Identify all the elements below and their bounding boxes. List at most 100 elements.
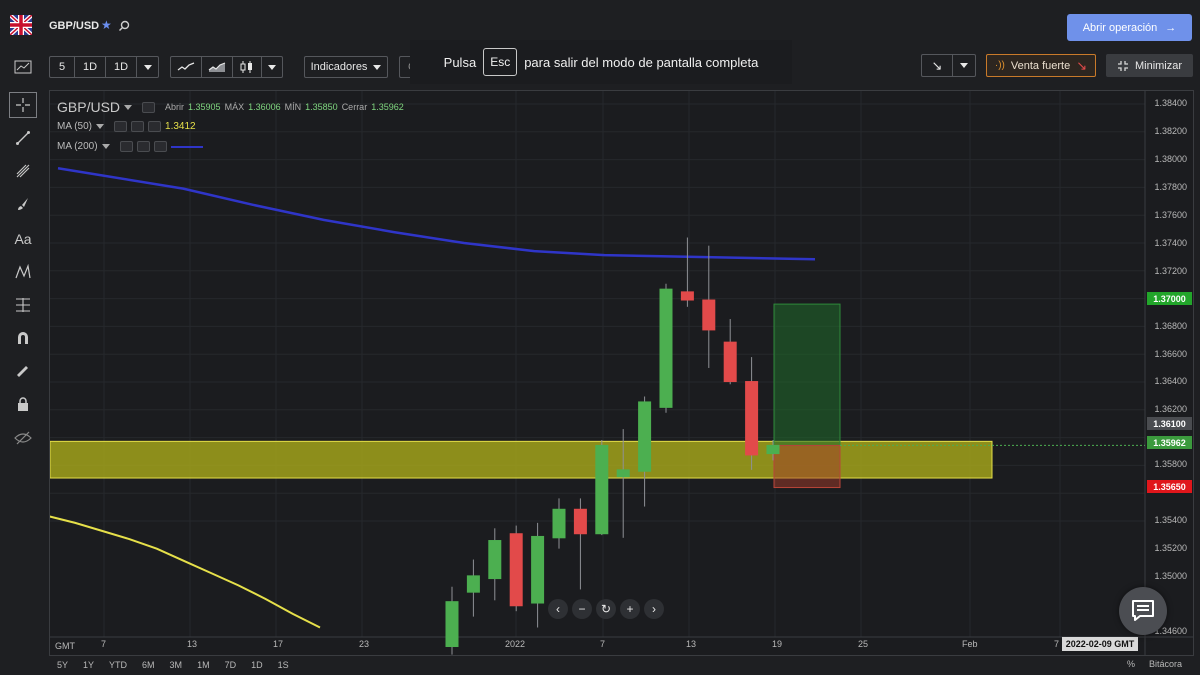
range-button[interactable]: 1Y bbox=[83, 660, 94, 670]
log-scale-toggle[interactable]: Bitácora bbox=[1149, 659, 1182, 669]
percent-scale-toggle[interactable]: % bbox=[1127, 659, 1135, 669]
trend-line-icon[interactable] bbox=[9, 125, 37, 151]
price-tick: 1.35400 bbox=[1154, 515, 1187, 525]
price-tick: 1.38200 bbox=[1154, 126, 1187, 136]
chevron-down-icon[interactable] bbox=[101, 144, 110, 149]
ma200-line bbox=[57, 166, 816, 261]
range-button[interactable]: 1S bbox=[278, 660, 289, 670]
favorite-star-icon[interactable]: ★ bbox=[101, 18, 112, 32]
interval-selector: 5 1D 1D bbox=[49, 56, 159, 78]
chart-type-dropdown-button[interactable] bbox=[262, 57, 282, 77]
date-tick: 19 bbox=[772, 639, 783, 649]
chart-type-selector bbox=[170, 56, 283, 78]
legend-settings-icon[interactable] bbox=[142, 101, 156, 113]
search-icon[interactable] bbox=[118, 20, 130, 32]
candle-body bbox=[445, 601, 459, 648]
ma50-settings-icon[interactable] bbox=[114, 121, 128, 132]
stop-loss-zone bbox=[773, 444, 841, 489]
magnet-icon[interactable] bbox=[9, 325, 37, 351]
candle-body bbox=[745, 381, 759, 456]
pattern-tool-icon[interactable] bbox=[9, 259, 37, 285]
ma50-legend: MA (50) 1.3412 bbox=[57, 121, 196, 132]
chevron-down-icon bbox=[143, 64, 152, 70]
collapse-icon bbox=[1117, 60, 1128, 71]
date-tick: 7 bbox=[101, 639, 107, 649]
ma200-value-swatch bbox=[170, 145, 203, 148]
trend-selector: ↘ bbox=[921, 54, 976, 77]
range-button[interactable]: 5Y bbox=[57, 660, 68, 670]
symbol-title: GBP/USD bbox=[49, 20, 100, 32]
interval-button[interactable]: 5 bbox=[50, 57, 75, 77]
chevron-down-icon[interactable] bbox=[124, 104, 133, 110]
area-chart-button[interactable] bbox=[202, 57, 233, 77]
open-operation-button[interactable]: Abrir operación → bbox=[1067, 14, 1192, 41]
open-value: 1.35905 bbox=[188, 102, 221, 112]
crosshair-icon[interactable] bbox=[9, 92, 37, 118]
arrow-down-right-icon: ↘ bbox=[1076, 57, 1088, 73]
scroll-left-button[interactable]: ‹ bbox=[548, 599, 568, 619]
candle-body bbox=[466, 575, 480, 593]
fullscreen-notice: Pulsa Esc para salir del modo de pantall… bbox=[410, 40, 792, 84]
fork-tool-icon[interactable] bbox=[9, 158, 37, 184]
candle-body bbox=[766, 444, 780, 455]
chart-navigation: ‹ − ↻ + › bbox=[548, 599, 664, 619]
chart-icon[interactable] bbox=[9, 54, 37, 80]
minus-icon: − bbox=[578, 602, 586, 616]
price-tick: 1.38400 bbox=[1154, 98, 1187, 108]
range-button[interactable]: YTD bbox=[109, 660, 127, 670]
range-button[interactable]: 1M bbox=[197, 660, 210, 670]
cursor-date-tag: 2022-02-09 GMT bbox=[1062, 637, 1138, 651]
zoom-in-button[interactable]: + bbox=[620, 599, 640, 619]
reset-button[interactable]: ↻ bbox=[596, 599, 616, 619]
hide-drawings-icon[interactable] bbox=[9, 425, 37, 451]
candle-body bbox=[659, 288, 673, 408]
date-tick: 17 bbox=[273, 639, 284, 649]
ma200-visibility-icon[interactable] bbox=[136, 141, 150, 152]
interval-button[interactable]: 1D bbox=[106, 57, 137, 77]
interval-button[interactable]: 1D bbox=[75, 57, 106, 77]
arrow-right-icon: → bbox=[1165, 21, 1177, 34]
trend-down-button[interactable]: ↘ bbox=[922, 55, 953, 76]
chevron-down-icon[interactable] bbox=[96, 124, 105, 129]
ma200-legend: MA (200) bbox=[57, 141, 203, 152]
minimize-button[interactable]: Minimizar bbox=[1106, 54, 1193, 77]
brush-icon[interactable] bbox=[9, 191, 37, 217]
chevron-left-icon: ‹ bbox=[556, 602, 560, 616]
indicators-button[interactable]: Indicadores bbox=[305, 57, 387, 77]
range-button[interactable]: 7D bbox=[225, 660, 237, 670]
chat-button[interactable] bbox=[1119, 587, 1167, 635]
zoom-out-button[interactable]: − bbox=[572, 599, 592, 619]
ma50-close-icon[interactable] bbox=[148, 121, 162, 132]
ruler-pencil-icon[interactable] bbox=[9, 358, 37, 384]
date-tick: 23 bbox=[359, 639, 370, 649]
ma200-close-icon[interactable] bbox=[153, 141, 167, 152]
price-chart[interactable]: GBP/USD Abrir 1.35905 MÁX 1.36006 MÍN 1.… bbox=[49, 90, 1194, 656]
fibonacci-icon[interactable] bbox=[9, 292, 37, 318]
high-label: MÁX bbox=[224, 102, 245, 112]
strong-sell-signal-button[interactable]: ·)) Venta fuerte ↘ bbox=[986, 54, 1096, 77]
range-button[interactable]: 3M bbox=[170, 660, 183, 670]
high-value: 1.36006 bbox=[248, 102, 281, 112]
interval-dropdown-button[interactable] bbox=[137, 57, 158, 77]
range-button[interactable]: 6M bbox=[142, 660, 155, 670]
line-chart-icon bbox=[177, 62, 195, 71]
candlestick-chart-button[interactable] bbox=[233, 57, 262, 77]
trend-dropdown-button[interactable] bbox=[953, 55, 975, 76]
price-tick: 1.35200 bbox=[1154, 543, 1187, 553]
date-tick: 25 bbox=[858, 639, 869, 649]
range-button[interactable]: 1D bbox=[251, 660, 263, 670]
low-label: MÍN bbox=[284, 102, 302, 112]
lock-icon[interactable] bbox=[9, 391, 37, 417]
text-tool-icon[interactable]: Aa bbox=[9, 226, 37, 252]
open-label: Abrir bbox=[165, 102, 185, 112]
ma50-line bbox=[50, 515, 321, 629]
price-tick: 1.36600 bbox=[1154, 349, 1187, 359]
chevron-down-icon bbox=[960, 63, 968, 68]
ma200-settings-icon[interactable] bbox=[119, 141, 133, 152]
ma50-visibility-icon[interactable] bbox=[131, 121, 145, 132]
ma200-label: MA (200) bbox=[57, 141, 98, 152]
scroll-right-button[interactable]: › bbox=[644, 599, 664, 619]
line-chart-button[interactable] bbox=[171, 57, 202, 77]
indicators-dropdown[interactable]: Indicadores bbox=[304, 56, 388, 78]
close-value: 1.35962 bbox=[371, 102, 404, 112]
